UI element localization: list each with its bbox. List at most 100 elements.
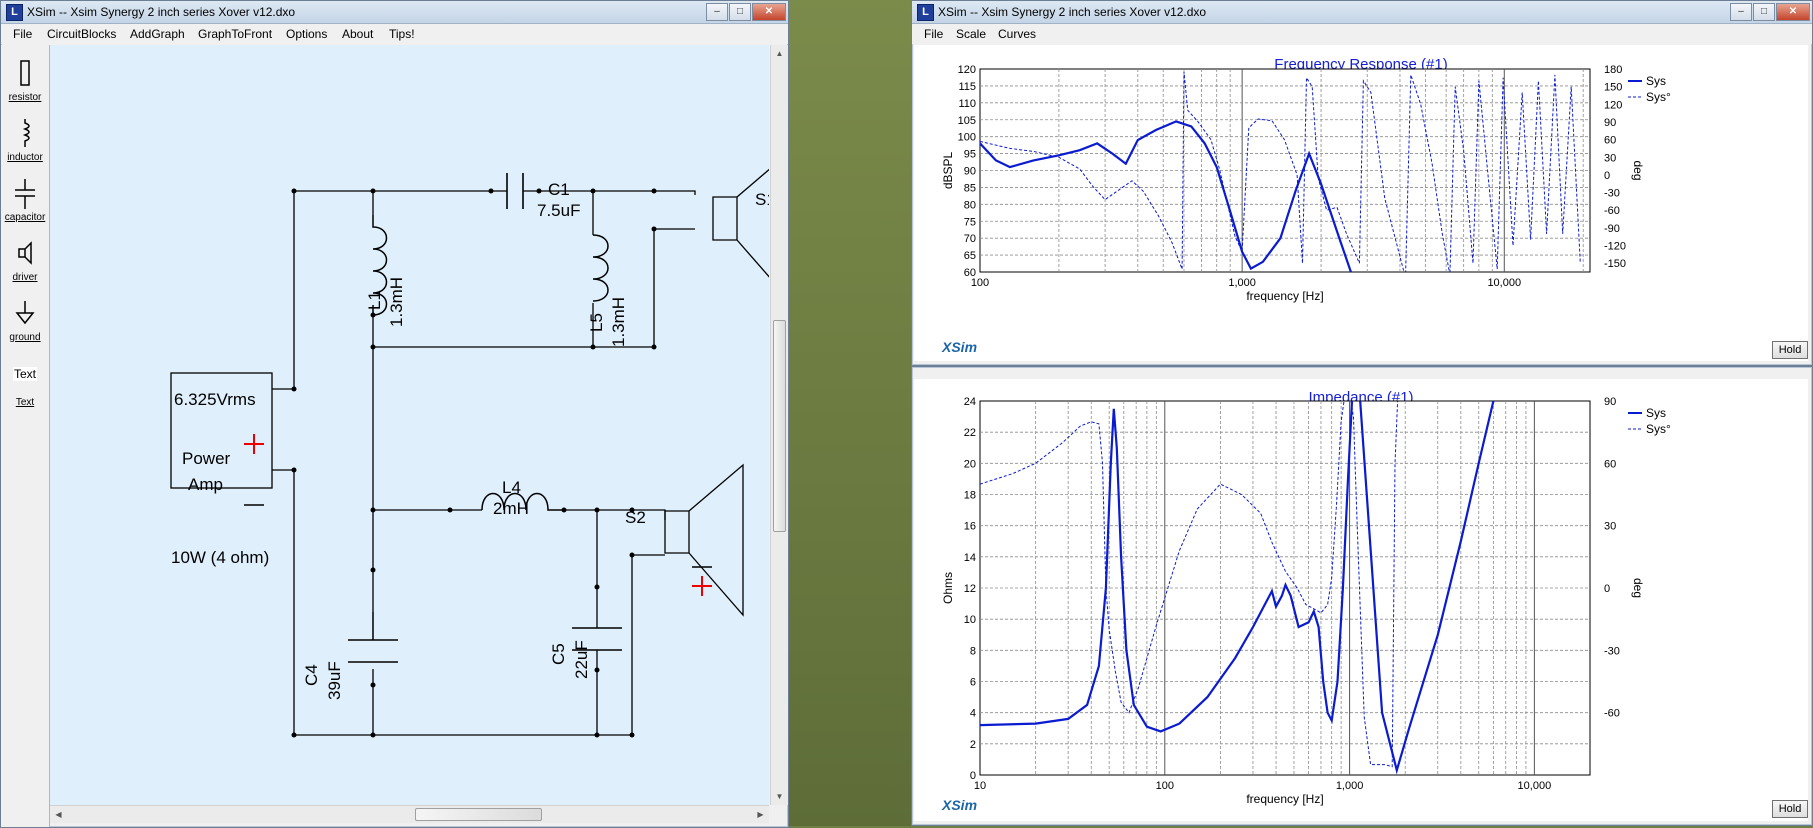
maximize-button[interactable]: □ bbox=[729, 3, 751, 21]
circuit-window-titlebar[interactable]: L XSim -- Xsim Synergy 2 inch series Xov… bbox=[1, 1, 788, 24]
x-tick-label: 10,000 bbox=[1487, 277, 1521, 289]
xsim-app-icon: L bbox=[6, 4, 23, 21]
fr-plot: 120 115 110 105 100 95 90 85 80 75 70 65 60 180 150 120… bbox=[941, 64, 1671, 303]
tool-resistor[interactable]: resistor bbox=[1, 59, 49, 103]
y2-tick-label: 120 bbox=[1604, 99, 1622, 111]
graph-menu-scale[interactable]: Scale bbox=[956, 27, 986, 41]
circuit-window: L XSim -- Xsim Synergy 2 inch series Xov… bbox=[0, 0, 789, 828]
y-tick-label: 16 bbox=[964, 521, 976, 533]
x-tick-label: 10 bbox=[974, 780, 986, 792]
ground-icon bbox=[15, 301, 35, 325]
amp-power-label: 10W (4 ohm) bbox=[171, 548, 269, 567]
tool-capacitor[interactable]: capacitor bbox=[1, 179, 49, 223]
menu-file[interactable]: File bbox=[13, 27, 32, 41]
speaker-s1[interactable] bbox=[712, 150, 769, 303]
amp-line2-label: Amp bbox=[188, 475, 223, 494]
circuit-vertical-scrollbar[interactable]: ▲ ▼ bbox=[770, 45, 788, 805]
menu-addgraph[interactable]: AddGraph bbox=[130, 27, 185, 41]
imp-plot: 2422201816141210864209060300-30-6010 100 1… bbox=[941, 396, 1671, 806]
y-tick-label: 18 bbox=[964, 490, 976, 502]
graph-menu-curves[interactable]: Curves bbox=[998, 27, 1036, 41]
y2-tick-label: -30 bbox=[1604, 188, 1620, 200]
vertical-scroll-thumb[interactable] bbox=[773, 320, 786, 532]
y2-tick-label: 0 bbox=[1604, 170, 1610, 182]
x-tick-label: 1,000 bbox=[1336, 780, 1364, 792]
y-tick-label: 120 bbox=[958, 64, 976, 76]
c4-symbol[interactable] bbox=[348, 639, 398, 663]
y-tick-label: 110 bbox=[958, 98, 976, 110]
imp-hold-button[interactable]: Hold bbox=[1772, 800, 1808, 818]
y2-axis-label: deg bbox=[1631, 160, 1645, 180]
y2-axis-label: deg bbox=[1631, 578, 1645, 598]
impedance-window: Impedance (#1) 24 22 20 18 16 14 12 10 8 6 4 2 0 90 60… bbox=[911, 366, 1813, 826]
y-tick-label: 12 bbox=[964, 583, 976, 595]
amp-voltage-label: 6.325Vrms bbox=[174, 390, 256, 409]
wire-amp-plus bbox=[272, 191, 295, 390]
y-tick-label: 24 bbox=[964, 396, 976, 408]
y-tick-label: 14 bbox=[964, 552, 976, 564]
y2-tick-label: 60 bbox=[1604, 458, 1616, 470]
y-tick-label: 100 bbox=[958, 132, 976, 144]
x-tick-label: 100 bbox=[1156, 780, 1174, 792]
y2-tick-label: 60 bbox=[1604, 135, 1616, 147]
legend-label-phase: Sys° bbox=[1646, 90, 1671, 104]
minimize-button[interactable]: – bbox=[706, 3, 728, 21]
y2-tick-label: -90 bbox=[1604, 223, 1620, 235]
c4-name-label: C4 bbox=[302, 664, 321, 686]
y2-tick-label: -150 bbox=[1604, 258, 1626, 270]
capacitor-icon bbox=[15, 179, 35, 209]
tool-driver[interactable]: driver bbox=[1, 239, 49, 283]
schematic-canvas[interactable]: C1 7.5uF S1 L1 1.3mH L5 1.3mH 6.325Vrms … bbox=[50, 45, 769, 805]
y2-tick-label: -30 bbox=[1604, 645, 1620, 657]
y-tick-label: 95 bbox=[964, 149, 976, 161]
polarity-marks bbox=[244, 434, 712, 596]
y-tick-label: 65 bbox=[964, 250, 976, 262]
x-tick-label: 1,000 bbox=[1228, 277, 1256, 289]
menu-tips[interactable]: Tips! bbox=[389, 27, 415, 41]
y-axis-label: Ohms bbox=[941, 572, 955, 604]
y-tick-label: 115 bbox=[958, 81, 976, 93]
close-button[interactable]: ✕ bbox=[752, 3, 786, 21]
graph-close-button[interactable]: ✕ bbox=[1776, 3, 1810, 21]
horizontal-scroll-thumb[interactable] bbox=[415, 808, 542, 821]
y-tick-label: 80 bbox=[964, 199, 976, 211]
scroll-up-arrow[interactable]: ▲ bbox=[772, 46, 787, 61]
y2-tick-label: 150 bbox=[1604, 82, 1622, 94]
circuit-menubar: File CircuitBlocks AddGraph GraphToFront… bbox=[1, 24, 788, 44]
s2-label: S2 bbox=[625, 508, 646, 527]
l4-value-label: 2mH bbox=[493, 499, 529, 518]
tool-text[interactable]: Text bbox=[1, 397, 49, 408]
graph-window: L XSim -- Xsim Synergy 2 inch series Xov… bbox=[911, 0, 1813, 366]
impedance-graph[interactable]: Impedance (#1) 24 22 20 18 16 14 12 10 8 6 4 2 0 90 60… bbox=[914, 379, 1808, 821]
menu-graphtofront[interactable]: GraphToFront bbox=[198, 27, 272, 41]
graph-maximize-button[interactable]: □ bbox=[1753, 3, 1775, 21]
resistor-icon bbox=[20, 60, 30, 86]
y-tick-label: 70 bbox=[964, 233, 976, 245]
y-tick-label: 75 bbox=[964, 216, 976, 228]
speaker-s2[interactable] bbox=[664, 463, 744, 617]
y2-tick-label: -60 bbox=[1604, 708, 1620, 720]
scroll-left-arrow[interactable]: ◀ bbox=[51, 807, 66, 822]
scroll-right-arrow[interactable]: ▶ bbox=[753, 807, 768, 822]
graph-window-titlebar[interactable]: L XSim -- Xsim Synergy 2 inch series Xov… bbox=[912, 1, 1812, 24]
menu-options[interactable]: Options bbox=[286, 27, 327, 41]
l5-coil[interactable] bbox=[592, 234, 609, 302]
c1-symbol[interactable] bbox=[506, 173, 524, 209]
menu-about[interactable]: About bbox=[342, 27, 373, 41]
frequency-response-graph[interactable]: Frequency Response (#1) 120 115 110 105 100 9… bbox=[914, 45, 1808, 361]
y2-tick-label: 90 bbox=[1604, 396, 1616, 408]
tool-inductor[interactable]: inductor bbox=[1, 119, 49, 163]
tool-ground[interactable]: ground bbox=[1, 299, 49, 343]
menu-circuitblocks[interactable]: CircuitBlocks bbox=[47, 27, 116, 41]
graph-menu-file[interactable]: File bbox=[924, 27, 943, 41]
y2-tick-label: 0 bbox=[1604, 583, 1610, 595]
y2-tick-label: 180 bbox=[1604, 64, 1622, 76]
s1-label: S1 bbox=[755, 190, 769, 209]
tool-text-plain[interactable]: Text bbox=[1, 367, 49, 381]
scroll-down-arrow[interactable]: ▼ bbox=[772, 789, 787, 804]
c1-value-label: 7.5uF bbox=[537, 201, 580, 220]
graph-minimize-button[interactable]: – bbox=[1730, 3, 1752, 21]
circuit-horizontal-scrollbar[interactable]: ◀ ▶ bbox=[50, 805, 769, 823]
fr-hold-button[interactable]: Hold bbox=[1772, 341, 1808, 359]
c1-name-label: C1 bbox=[548, 180, 570, 199]
